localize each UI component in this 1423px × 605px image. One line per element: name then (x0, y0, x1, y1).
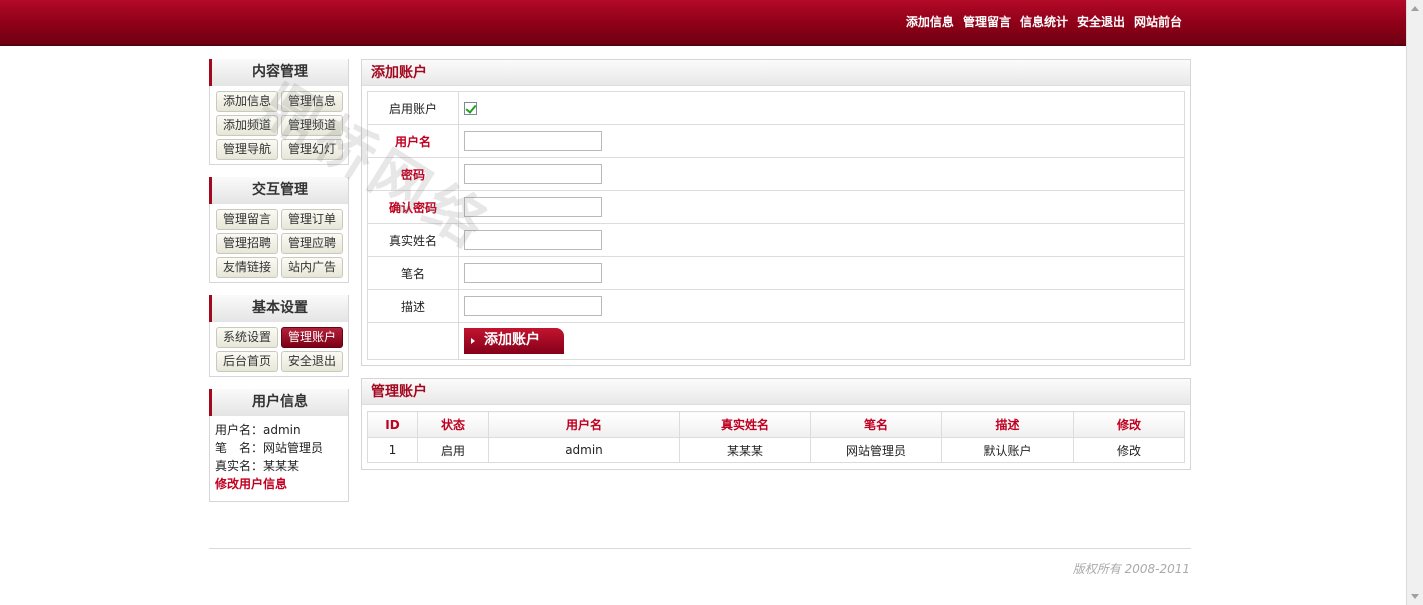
topnav-add-info[interactable]: 添加信息 (906, 13, 954, 30)
top-nav: 添加信息 管理留言 信息统计 安全退出 网站前台 (906, 13, 1182, 30)
manage-accounts-box: 管理账户 ID 状态 用户名 真实姓名 笔名 描述 修改 1 启用 admin … (361, 378, 1191, 470)
cell-real-name: 某某某 (679, 437, 811, 463)
sidebar-item-system-settings[interactable]: 系统设置 (216, 327, 278, 348)
user-realname-row: 真实名：某某某 (215, 459, 300, 473)
user-pen-row: 笔 名：网站管理员 (215, 441, 324, 455)
sidebar-item-add-info[interactable]: 添加信息 (216, 91, 278, 112)
panel-basic-settings: 基本设置 系统设置 管理账户 后台首页 安全退出 (209, 295, 349, 377)
arrow-right-icon (471, 338, 475, 344)
sidebar-item-manage-orders[interactable]: 管理订单 (281, 209, 343, 230)
panel-user-info: 用户信息 用户名：admin 笔 名：网站管理员 真实名：某某某 修改用户信息 (209, 389, 349, 502)
sidebar-item-manage-nav[interactable]: 管理导航 (216, 139, 278, 160)
user-real-name: 某某某 (263, 459, 300, 473)
add-account-form: 启用账户 用户名 密码 确认密码 真实姓名 笔名 描述 添加账户 (367, 91, 1185, 360)
password-label: 密码 (367, 157, 459, 191)
cell-status: 启用 (417, 437, 489, 463)
user-username-row: 用户名：admin (215, 423, 301, 437)
sidebar-item-manage-messages[interactable]: 管理留言 (216, 209, 278, 230)
footer-divider (209, 548, 1191, 549)
col-id: ID (367, 411, 418, 438)
col-edit: 修改 (1073, 411, 1185, 438)
accounts-table: ID 状态 用户名 真实姓名 笔名 描述 修改 1 启用 admin 某某某 网… (367, 411, 1185, 463)
sidebar-item-manage-applicants[interactable]: 管理应聘 (281, 233, 343, 254)
scroll-up-icon[interactable] (1411, 6, 1419, 11)
manage-accounts-title: 管理账户 (362, 379, 1190, 405)
col-status: 状态 (417, 411, 489, 438)
topnav-statistics[interactable]: 信息统计 (1020, 13, 1068, 30)
vertical-scrollbar[interactable] (1406, 0, 1423, 605)
topnav-manage-messages[interactable]: 管理留言 (963, 13, 1011, 30)
sidebar-item-manage-channel[interactable]: 管理频道 (281, 115, 343, 136)
sidebar: 内容管理 添加信息 管理信息 添加频道 管理频道 管理导航 管理幻灯 交互管理 … (209, 59, 349, 514)
panel-content-management: 内容管理 添加信息 管理信息 添加频道 管理频道 管理导航 管理幻灯 (209, 59, 349, 165)
panel-interaction-management: 交互管理 管理留言 管理订单 管理招聘 管理应聘 友情链接 站内广告 (209, 177, 349, 283)
real-name-label: 真实姓名 (367, 223, 459, 257)
description-label: 描述 (367, 289, 459, 323)
cell-description: 默认账户 (941, 437, 1074, 463)
panel-title: 内容管理 (209, 59, 348, 86)
col-pen-name: 笔名 (810, 411, 942, 438)
add-account-box: 添加账户 启用账户 用户名 密码 确认密码 真实姓名 笔名 描述 添加账户 (361, 59, 1191, 366)
sidebar-item-logout[interactable]: 安全退出 (281, 351, 343, 372)
password-input[interactable] (464, 164, 602, 184)
pen-name-input[interactable] (464, 263, 602, 283)
topnav-logout[interactable]: 安全退出 (1077, 13, 1125, 30)
scroll-down-icon[interactable] (1411, 594, 1419, 599)
cell-pen-name: 网站管理员 (810, 437, 942, 463)
sidebar-item-admin-home[interactable]: 后台首页 (216, 351, 278, 372)
add-account-title: 添加账户 (362, 60, 1190, 86)
sidebar-item-manage-accounts[interactable]: 管理账户 (281, 327, 343, 348)
sidebar-item-site-ads[interactable]: 站内广告 (281, 257, 343, 278)
panel-title: 用户信息 (209, 389, 348, 416)
username-label: 用户名 (367, 124, 459, 158)
sidebar-item-add-channel[interactable]: 添加频道 (216, 115, 278, 136)
confirm-password-label: 确认密码 (367, 190, 459, 224)
sidebar-item-manage-recruit[interactable]: 管理招聘 (216, 233, 278, 254)
cell-id: 1 (367, 437, 418, 463)
cell-username: admin (488, 437, 680, 463)
panel-title: 基本设置 (209, 295, 348, 322)
description-input[interactable] (464, 296, 602, 316)
col-username: 用户名 (488, 411, 680, 438)
edit-link[interactable]: 修改 (1073, 437, 1185, 463)
copyright: 版权所有 2008-2011 (1072, 562, 1190, 576)
username-input[interactable] (464, 131, 602, 151)
edit-user-info-link[interactable]: 修改用户信息 (215, 477, 287, 491)
enable-account-label: 启用账户 (367, 91, 459, 125)
sidebar-item-manage-slides[interactable]: 管理幻灯 (281, 139, 343, 160)
top-bar: 添加信息 管理留言 信息统计 安全退出 网站前台 (0, 0, 1406, 46)
table-row: 1 启用 admin 某某某 网站管理员 默认账户 修改 (367, 437, 1185, 463)
sidebar-item-manage-info[interactable]: 管理信息 (281, 91, 343, 112)
add-account-button[interactable]: 添加账户 (464, 328, 564, 354)
col-real-name: 真实姓名 (679, 411, 811, 438)
pen-name-label: 笔名 (367, 256, 459, 290)
user-username: admin (263, 423, 301, 437)
col-description: 描述 (941, 411, 1074, 438)
user-pen-name: 网站管理员 (263, 441, 324, 455)
sidebar-item-friend-links[interactable]: 友情链接 (216, 257, 278, 278)
confirm-password-input[interactable] (464, 197, 602, 217)
panel-title: 交互管理 (209, 177, 348, 204)
topnav-frontend[interactable]: 网站前台 (1134, 13, 1182, 30)
enable-account-checkbox[interactable] (464, 102, 477, 115)
real-name-input[interactable] (464, 230, 602, 250)
